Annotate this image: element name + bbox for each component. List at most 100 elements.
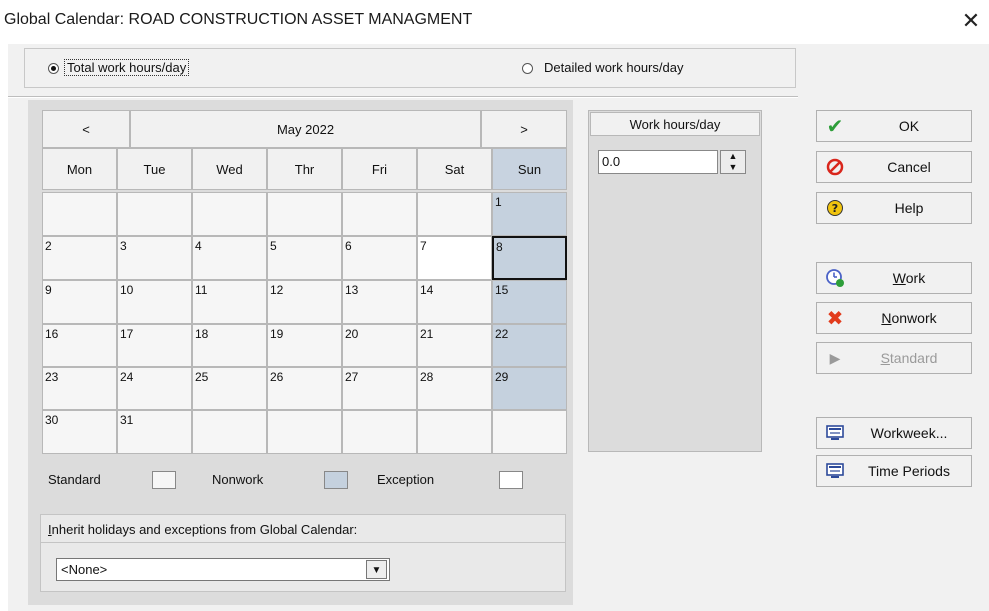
- help-button[interactable]: ? Help: [816, 192, 972, 224]
- date-cell[interactable]: 26: [267, 367, 342, 410]
- radio-total-hours[interactable]: [48, 63, 59, 74]
- window-title: Global Calendar: ROAD CONSTRUCTION ASSET…: [4, 11, 473, 28]
- nonwork-button[interactable]: ✖ Nonwork: [816, 302, 972, 334]
- date-cell[interactable]: 5: [267, 236, 342, 280]
- standard-button[interactable]: ▶ Standard: [816, 342, 972, 374]
- date-cell[interactable]: 19: [267, 324, 342, 367]
- prev-month-button[interactable]: <: [42, 110, 130, 148]
- work-hours-spinner[interactable]: ▲ ▼: [720, 150, 746, 174]
- date-cell[interactable]: 12: [267, 280, 342, 324]
- empty-date-cell[interactable]: [342, 192, 417, 236]
- radio-total-hours-label[interactable]: Total work hours/day: [64, 59, 190, 76]
- empty-date-cell[interactable]: [492, 410, 567, 454]
- legend-exception-label: Exception: [377, 472, 435, 487]
- date-cell[interactable]: 1: [492, 192, 567, 236]
- date-cell[interactable]: 17: [117, 324, 192, 367]
- work-button-label: Work: [892, 270, 926, 286]
- work-button[interactable]: Work: [816, 262, 972, 294]
- red-x-icon: ✖: [826, 307, 844, 330]
- play-icon: ▶: [829, 349, 841, 366]
- date-cell[interactable]: 22: [492, 324, 567, 367]
- date-cell[interactable]: 7: [417, 236, 492, 280]
- date-cell[interactable]: 21: [417, 324, 492, 367]
- monitor-icon: [817, 418, 853, 448]
- weekday-header: Fri: [342, 148, 417, 190]
- date-cell[interactable]: 15: [492, 280, 567, 324]
- time-periods-button-label: Time Periods: [868, 463, 950, 479]
- radio-total-hours-text: Total work hours/day: [64, 59, 190, 76]
- weekday-header: Sat: [417, 148, 492, 190]
- date-cell[interactable]: 16: [42, 324, 117, 367]
- legend-nonwork-label: Nonwork: [212, 472, 264, 487]
- ok-button-label: OK: [898, 118, 920, 134]
- empty-date-cell[interactable]: [342, 410, 417, 454]
- next-month-button[interactable]: >: [481, 110, 567, 148]
- radio-detailed-hours-label[interactable]: Detailed work hours/day: [544, 60, 683, 75]
- date-cell[interactable]: 30: [42, 410, 117, 454]
- date-cell[interactable]: 14: [417, 280, 492, 324]
- date-cell[interactable]: 31: [117, 410, 192, 454]
- inherit-divider: [40, 542, 566, 543]
- date-cell[interactable]: 20: [342, 324, 417, 367]
- date-cell[interactable]: 11: [192, 280, 267, 324]
- date-cell[interactable]: 4: [192, 236, 267, 280]
- date-cell[interactable]: 25: [192, 367, 267, 410]
- nonwork-button-label: Nonwork: [881, 310, 937, 326]
- weekday-header: Sun: [492, 148, 567, 190]
- spin-down-icon[interactable]: ▼: [721, 162, 745, 173]
- legend-nonwork-swatch: [324, 471, 348, 489]
- legend-exception-swatch: [499, 471, 523, 489]
- empty-date-cell[interactable]: [267, 410, 342, 454]
- date-cell[interactable]: 29: [492, 367, 567, 410]
- legend-standard-label: Standard: [48, 472, 101, 487]
- monitor-icon: [817, 456, 853, 486]
- clock-plus-icon: [817, 263, 853, 293]
- empty-date-cell[interactable]: [417, 410, 492, 454]
- cancel-button-label: Cancel: [887, 159, 931, 175]
- workweek-button-label: Workweek...: [870, 425, 948, 441]
- empty-date-cell[interactable]: [417, 192, 492, 236]
- date-cell[interactable]: 13: [342, 280, 417, 324]
- weekday-header: Tue: [117, 148, 192, 190]
- chevron-down-icon[interactable]: ▼: [366, 560, 387, 579]
- time-periods-button[interactable]: Time Periods: [816, 455, 972, 487]
- empty-date-cell[interactable]: [192, 192, 267, 236]
- weekday-header: Wed: [192, 148, 267, 190]
- empty-date-cell[interactable]: [267, 192, 342, 236]
- radio-detailed-hours[interactable]: [522, 63, 533, 74]
- inherit-label: Inherit holidays and exceptions from Glo…: [48, 522, 358, 537]
- weekday-header: Mon: [42, 148, 117, 190]
- help-button-label: Help: [894, 200, 924, 216]
- date-cell[interactable]: 6: [342, 236, 417, 280]
- empty-date-cell[interactable]: [192, 410, 267, 454]
- date-cell[interactable]: 18: [192, 324, 267, 367]
- close-icon[interactable]: ✕: [956, 6, 986, 36]
- date-cell[interactable]: 10: [117, 280, 192, 324]
- date-cell[interactable]: 27: [342, 367, 417, 410]
- month-label: May 2022: [130, 110, 481, 148]
- empty-date-cell[interactable]: [42, 192, 117, 236]
- checkmark-icon: ✔: [826, 115, 844, 138]
- date-cell[interactable]: 23: [42, 367, 117, 410]
- work-hours-input[interactable]: 0.0: [598, 150, 718, 174]
- svg-text:?: ?: [832, 202, 838, 215]
- cancel-button[interactable]: Cancel: [816, 151, 972, 183]
- separator: [8, 96, 798, 98]
- standard-button-label: Standard: [880, 350, 938, 366]
- date-cell[interactable]: 28: [417, 367, 492, 410]
- date-cell[interactable]: 3: [117, 236, 192, 280]
- help-icon: ?: [817, 193, 853, 223]
- spin-up-icon[interactable]: ▲: [721, 151, 745, 162]
- date-cell[interactable]: 9: [42, 280, 117, 324]
- cancel-icon: [817, 152, 853, 182]
- ok-button[interactable]: ✔ OK: [816, 110, 972, 142]
- inherit-calendar-select[interactable]: <None>: [56, 558, 390, 581]
- workweek-button[interactable]: Workweek...: [816, 417, 972, 449]
- date-cell[interactable]: 2: [42, 236, 117, 280]
- date-cell[interactable]: 24: [117, 367, 192, 410]
- date-cell[interactable]: 8: [492, 236, 567, 280]
- empty-date-cell[interactable]: [117, 192, 192, 236]
- work-hours-header: Work hours/day: [590, 112, 760, 136]
- weekday-header: Thr: [267, 148, 342, 190]
- legend-standard-swatch: [152, 471, 176, 489]
